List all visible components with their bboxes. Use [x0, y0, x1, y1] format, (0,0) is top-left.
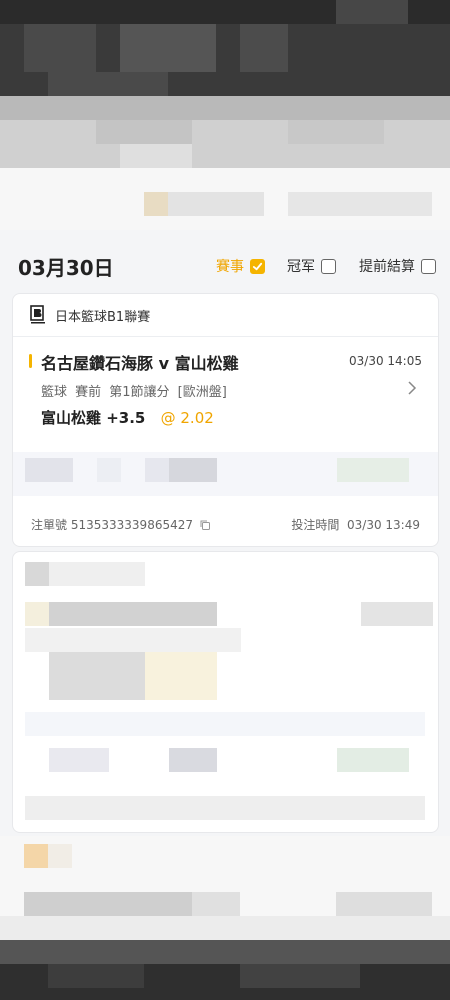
- ticket-number: 注單號 5135333339865427: [31, 516, 211, 533]
- redacted-top-area: [0, 0, 450, 230]
- match-name: 名古屋鑽石海豚 v 富山松雞: [41, 354, 239, 373]
- filter-events[interactable]: 賽事: [216, 256, 265, 276]
- filter-early-cashout-label: 提前結算: [359, 259, 415, 275]
- checkbox-icon[interactable]: [421, 258, 436, 274]
- check-icon[interactable]: [250, 258, 265, 274]
- pick-selection: 富山松雞 +3.5: [41, 409, 146, 427]
- bet-time-label: 投注時間: [291, 518, 340, 532]
- redacted-stake-area: [13, 452, 438, 496]
- checkbox-icon[interactable]: [321, 258, 336, 274]
- filter-champion[interactable]: 冠军: [287, 256, 336, 276]
- league-name: 日本籃球B1聯賽: [55, 309, 151, 325]
- ticket-value: 5135333339865427: [70, 517, 193, 532]
- market-info: 籃球 賽前 第1節讓分 [歐洲盤]: [41, 385, 227, 400]
- league-row: 日本籃球B1聯賽: [29, 304, 150, 326]
- ticket-label: 注單號: [31, 518, 68, 532]
- copy-icon[interactable]: [199, 519, 211, 531]
- bet-time-value: 03/30 13:49: [347, 518, 420, 532]
- filter-events-label: 賽事: [216, 259, 244, 275]
- bet-card[interactable]: 日本籃球B1聯賽 名古屋鑽石海豚 v 富山松雞 03/30 14:05 籃球 賽…: [12, 293, 439, 547]
- redacted-bet-card: [12, 551, 439, 833]
- match-accent-bar: [29, 354, 32, 368]
- date-title: 03月30日: [18, 256, 114, 280]
- filter-champion-label: 冠军: [287, 259, 315, 275]
- match-time: 03/30 14:05: [349, 354, 422, 368]
- pick-odds: @ 2.02: [160, 409, 214, 427]
- b-league-logo-icon: [29, 304, 47, 326]
- filter-early-cashout[interactable]: 提前結算: [359, 256, 436, 276]
- redacted-lower-area: [0, 836, 450, 940]
- bet-time: 投注時間 03/30 13:49: [291, 516, 420, 533]
- chevron-right-icon[interactable]: [404, 380, 420, 396]
- redacted-bottom-bar: [0, 940, 450, 1000]
- filter-header: 03月30日 賽事 冠军 提前結算: [0, 236, 450, 290]
- bet-pick: 富山松雞 +3.5 @ 2.02: [41, 407, 214, 428]
- divider: [13, 336, 438, 337]
